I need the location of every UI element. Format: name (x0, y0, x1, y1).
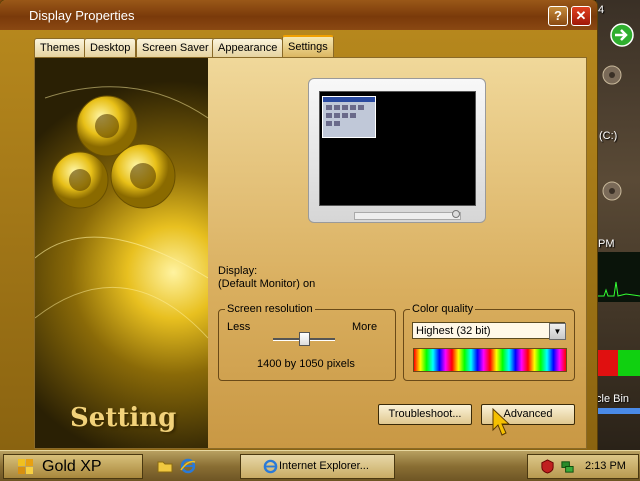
green-arrow-icon[interactable] (596, 22, 640, 48)
art-title: Setting (70, 403, 177, 433)
sidebar-bin-label: cle Bin (596, 393, 630, 405)
color-quality-select[interactable]: Highest (32 bit) (412, 322, 565, 339)
color-quality-legend: Color quality (412, 303, 474, 315)
sidebar-drive-label: (C:) (599, 130, 618, 142)
monitor-screen (319, 91, 476, 206)
internet-explorer-icon[interactable] (180, 458, 196, 474)
taskbar: Gold XP Internet Explorer... 2:13 PM (0, 450, 640, 481)
monitor-base-bar (354, 212, 461, 220)
sidebar-pm-label: PM (598, 238, 615, 250)
title-bar[interactable]: Display Properties ? ✕ (0, 0, 597, 30)
display-properties-window: Display Properties ? ✕ Themes Desktop Sc… (0, 0, 597, 450)
color-spectrum-bars (414, 349, 566, 371)
color-spectrum-preview (413, 348, 567, 372)
help-button[interactable]: ? (548, 6, 568, 26)
monitor-power-icon (452, 210, 460, 218)
window-title: Display Properties (29, 8, 135, 23)
monitor-preview (308, 78, 486, 223)
desktop-sidebar-gadgets: 4 (C:) PM cle Bin (596, 0, 640, 450)
sidebar-top-text: 4 (598, 4, 605, 16)
volume-bar (596, 408, 640, 414)
resolution-less-label: Less (227, 321, 251, 333)
cpu-graph (596, 252, 640, 302)
tab-screen-saver[interactable]: Screen Saver (136, 38, 215, 57)
tab-settings[interactable]: Settings (282, 35, 334, 59)
windows-logo-icon (18, 459, 33, 474)
folder-icon[interactable] (157, 458, 173, 474)
resolution-slider-thumb[interactable] (298, 332, 310, 346)
network-icon[interactable] (560, 459, 575, 474)
resolution-more-label: More (352, 321, 378, 333)
close-button[interactable]: ✕ (571, 6, 591, 26)
screen-resolution-legend: Screen resolution (227, 303, 313, 315)
troubleshoot-button[interactable]: Troubleshoot... (378, 404, 472, 425)
taskbar-item-internet-explorer[interactable]: Internet Explorer... (240, 454, 395, 479)
setting-art: Setting (35, 58, 208, 448)
gadget-gear-icon (596, 60, 640, 90)
tab-themes[interactable]: Themes (34, 38, 86, 57)
start-button[interactable]: Gold XP (3, 454, 143, 479)
settings-panel: Setting Display: (Default Monitor) on Sc… (34, 57, 587, 449)
meter-bar (596, 350, 640, 376)
resolution-value: 1400 by 1050 pixels (257, 358, 355, 370)
preview-window-icon (322, 96, 376, 138)
taskbar-item-label: Internet Explorer... (279, 460, 369, 472)
chevron-down-icon[interactable]: ▼ (549, 323, 566, 340)
display-label: Display: (218, 265, 258, 277)
tab-desktop[interactable]: Desktop (84, 38, 137, 57)
tab-appearance[interactable]: Appearance (212, 38, 284, 57)
gears-icon (35, 86, 208, 339)
display-value: (Default Monitor) on (218, 278, 316, 290)
clock[interactable]: 2:13 PM (585, 455, 626, 478)
internet-explorer-icon (263, 459, 278, 474)
start-label: Gold XP (42, 458, 102, 475)
security-shield-icon[interactable] (540, 459, 555, 474)
gadget-gear-icon (596, 176, 640, 206)
system-tray: 2:13 PM (527, 454, 639, 479)
mouse-cursor-icon (492, 408, 511, 436)
